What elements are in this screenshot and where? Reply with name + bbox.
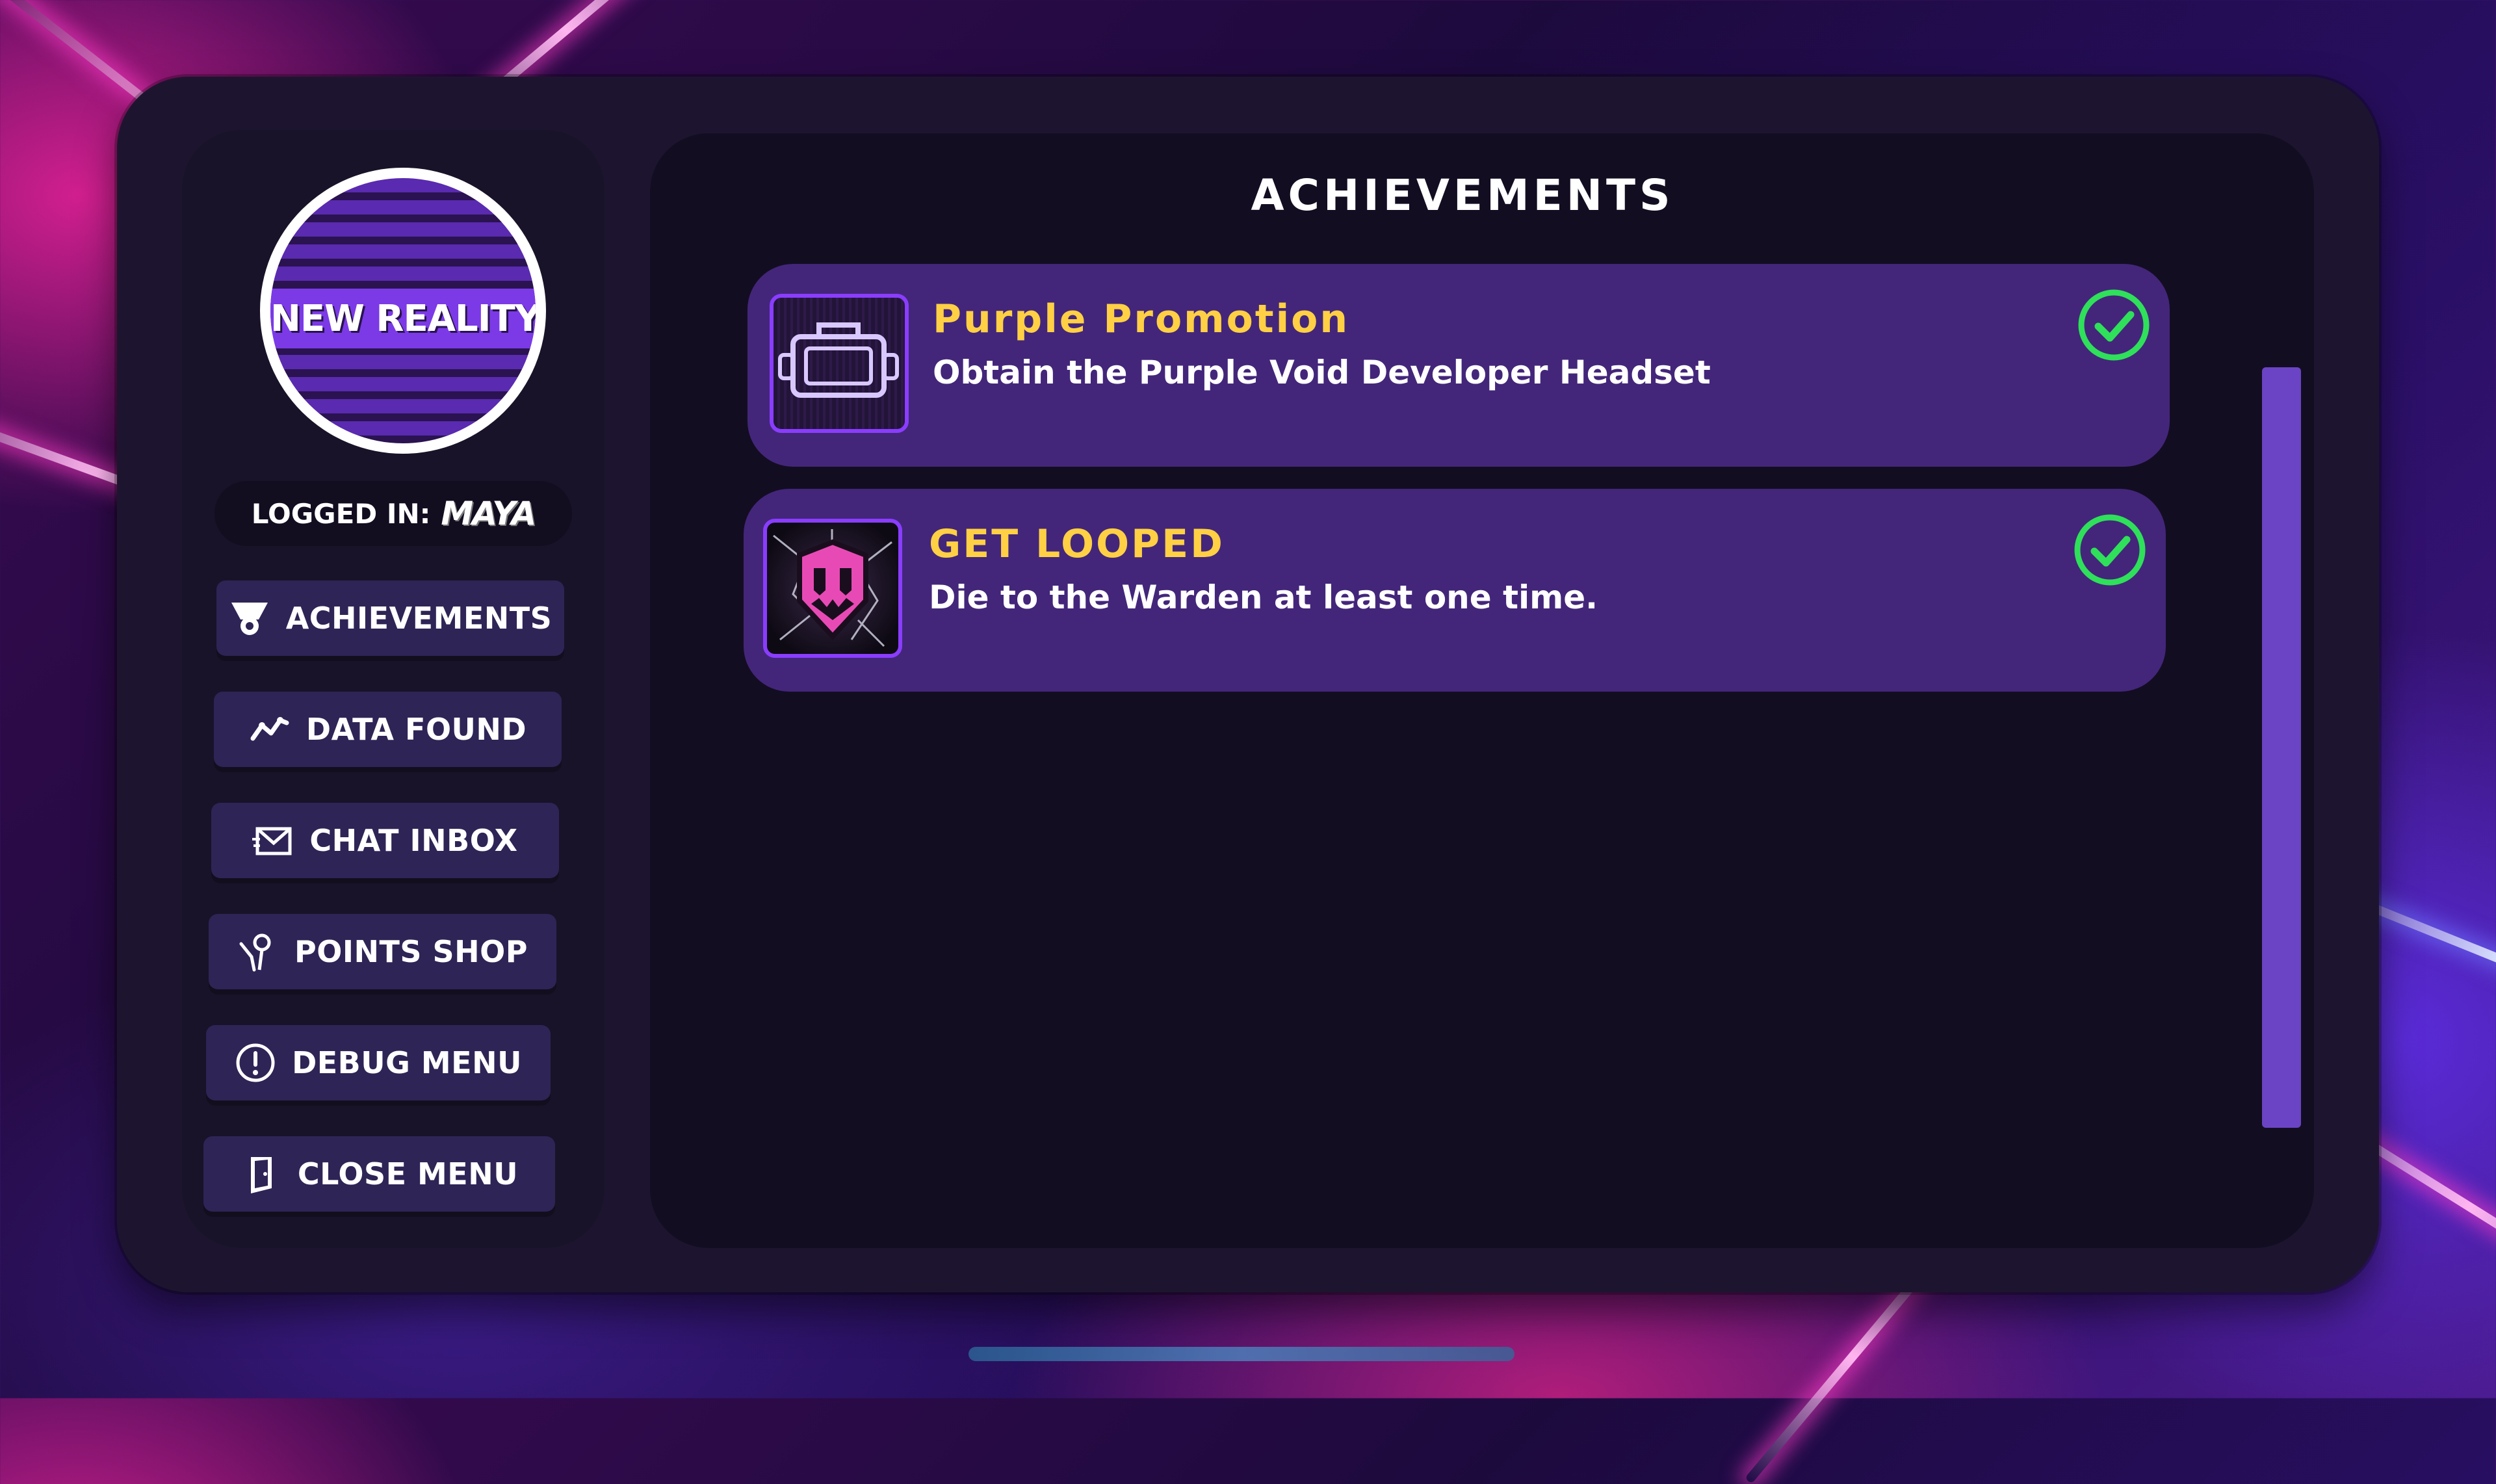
check-circle-icon	[2074, 514, 2146, 586]
nav-chat-inbox-button[interactable]: CHAT INBOX	[211, 803, 559, 878]
logged-in-status: LOGGED IN: MAYA	[214, 481, 572, 546]
warden-mask-icon	[763, 519, 902, 658]
exclamation-circle-icon	[235, 1042, 276, 1084]
nav-debug-menu-button[interactable]: DEBUG MENU	[206, 1025, 551, 1100]
scrollbar[interactable]	[2262, 367, 2301, 1128]
username: MAYA	[441, 495, 536, 532]
logged-in-label: LOGGED IN:	[251, 497, 431, 530]
bottom-glow-bar	[968, 1347, 1514, 1361]
nav-data-found-label: DATA FOUND	[306, 712, 527, 747]
nav-points-shop-label: POINTS SHOP	[294, 934, 528, 969]
door-exit-icon	[240, 1153, 282, 1195]
medal-icon	[229, 597, 270, 639]
nav-data-found-button[interactable]: DATA FOUND	[214, 692, 562, 767]
achievement-title: Purple Promotion	[933, 296, 1350, 342]
nav-close-menu-button[interactable]: CLOSE MENU	[203, 1136, 555, 1212]
trend-line-icon	[249, 709, 291, 750]
achievement-description: Obtain the Purple Void Developer Headset	[933, 354, 1711, 391]
new-reality-logo: NEW REALITY	[260, 168, 546, 454]
check-circle-icon	[2077, 289, 2150, 361]
nav-debug-menu-label: DEBUG MENU	[292, 1045, 522, 1080]
nav-close-menu-label: CLOSE MENU	[297, 1156, 519, 1191]
nav-achievements-button[interactable]: ACHIEVEMENTS	[216, 580, 564, 656]
headset-icon	[770, 294, 909, 433]
envelope-icon	[252, 820, 294, 861]
achievement-title: GET LOOPED	[929, 521, 1225, 567]
logo-text: NEW REALITY	[270, 297, 536, 340]
achievement-card[interactable]: GET LOOPED Die to the Warden at least on…	[744, 489, 2166, 692]
achievement-description: Die to the Warden at least one time.	[929, 579, 1598, 616]
nav-chat-inbox-label: CHAT INBOX	[309, 823, 518, 858]
nav-achievements-label: ACHIEVEMENTS	[285, 601, 552, 636]
page-title: ACHIEVEMENTS	[1251, 170, 1674, 220]
nav-points-shop-button[interactable]: POINTS SHOP	[209, 914, 556, 989]
person-pin-icon	[237, 931, 279, 972]
achievement-card[interactable]: Purple Promotion Obtain the Purple Void …	[748, 264, 2170, 467]
